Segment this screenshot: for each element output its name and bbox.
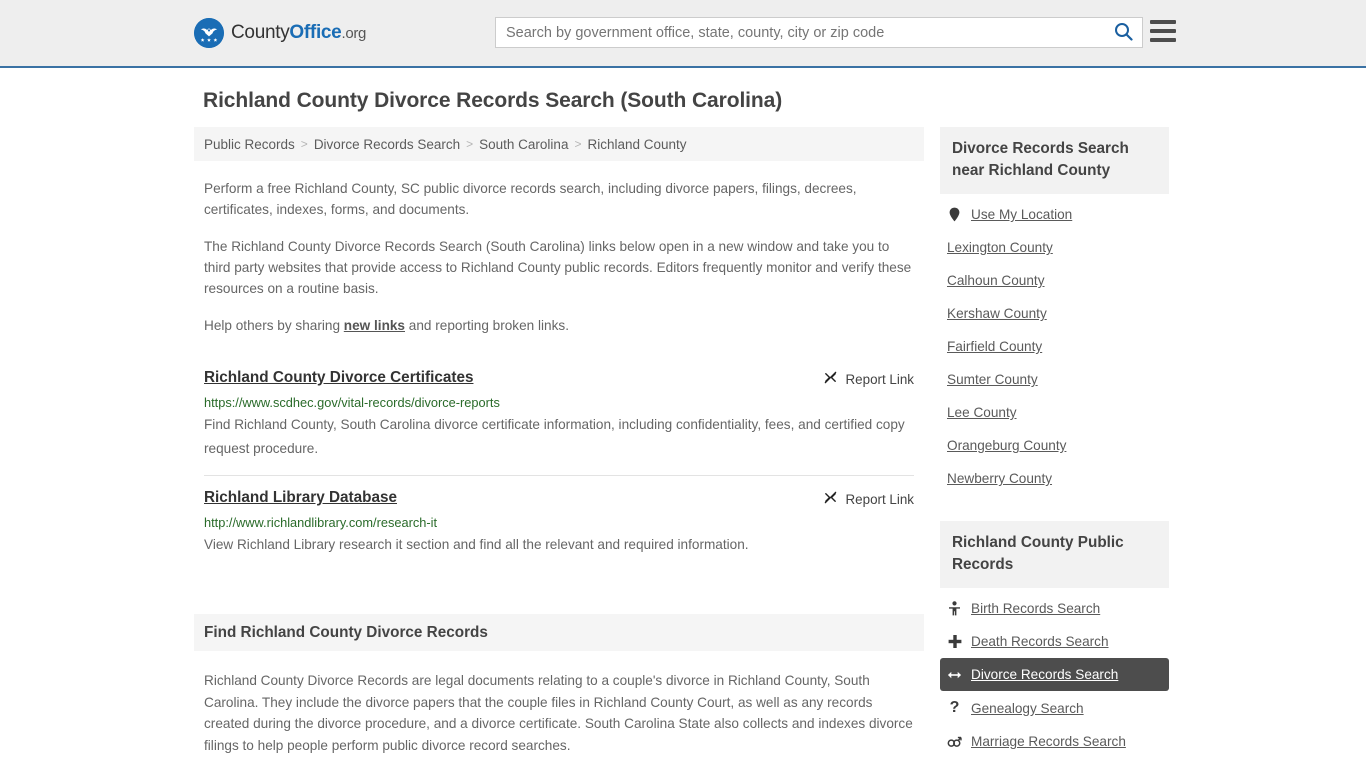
panel-public-records: Richland County Public Records Birth Rec… [940,521,1169,758]
eagle-shield-icon [194,18,224,48]
gender-symbols-icon [947,735,962,749]
result-title-link[interactable]: Richland County Divorce Certificates [204,369,473,387]
broken-link-icon [823,490,838,508]
sidebar-item-label: Birth Records Search [971,601,1101,616]
result-description: View Richland Library research it sectio… [204,537,749,552]
result-title-link[interactable]: Richland Library Database [204,489,397,507]
sidebar-item-divorce-records-search[interactable]: Divorce Records Search [940,658,1169,691]
logo-text-office: Office [289,22,342,43]
breadcrumb-separator: > [574,137,582,151]
sidebar-item-birth-records-search[interactable]: Birth Records Search [940,592,1169,625]
search-bar[interactable] [495,17,1143,48]
sidebar-item-marriage-records-search[interactable]: Marriage Records Search [940,725,1169,758]
hamburger-bar-1 [1150,20,1176,24]
result-description: Find Richland County, South Carolina div… [204,417,905,456]
sidebar-item-newberry-county[interactable]: Newberry County [940,462,1169,495]
breadcrumb-separator: > [300,137,308,151]
sidebar-item-label: Genealogy Search [971,700,1084,716]
hamburger-menu-icon[interactable] [1150,20,1176,42]
breadcrumb-item-richland-county[interactable]: Richland County [587,137,686,152]
sidebar-item-sumter-county[interactable]: Sumter County [940,363,1169,396]
panel-nearby-divorce-records: Divorce Records Search near Richland Cou… [940,127,1169,495]
results-list: Richland County Divorce Certificates Rep… [194,359,924,571]
find-records-heading: Find Richland County Divorce Records [204,623,488,641]
main-content-column: Public Records > Divorce Records Search … [194,127,924,768]
double-arrow-icon [947,669,962,681]
hamburger-bar-3 [1150,38,1176,42]
result-item: Richland County Divorce Certificates Rep… [204,359,914,475]
result-url[interactable]: https://www.scdhec.gov/vital-records/div… [204,395,914,410]
intro-paragraph-2: The Richland County Divorce Records Sear… [204,239,912,296]
breadcrumb: Public Records > Divorce Records Search … [194,127,924,161]
question-mark-icon: ? [949,699,960,716]
sidebar-item-label: Kershaw County [947,306,1047,321]
report-link-button[interactable]: Report Link [823,370,914,388]
report-link-button[interactable]: Report Link [823,490,914,508]
intro-text-before-link: Help others by sharing [204,318,344,333]
panel-title: Richland County Public Records [952,534,1124,573]
sidebar-item-fairfield-county[interactable]: Fairfield County [940,330,1169,363]
sidebar-item-genealogy-search[interactable]: ? Genealogy Search [940,691,1169,725]
result-item: Richland Library Database Report Link ht… [204,475,914,571]
report-link-label: Report Link [845,371,914,387]
breadcrumb-item-public-records[interactable]: Public Records [204,137,295,152]
sidebar-item-label: Marriage Records Search [971,734,1126,749]
sidebar-item-label: Divorce Records Search [971,667,1119,682]
find-records-paragraph: Richland County Divorce Records are lega… [204,673,913,753]
sidebar: Divorce Records Search near Richland Cou… [940,127,1169,758]
cross-icon [947,634,962,649]
site-logo-text: CountyOffice.org [231,22,366,44]
sidebar-item-label: Fairfield County [947,339,1043,354]
result-header: Richland County Divorce Certificates Rep… [204,369,914,388]
panel-list: Birth Records Search Death Records Searc… [940,588,1169,758]
breadcrumb-item-divorce-records-search[interactable]: Divorce Records Search [314,137,460,152]
sidebar-item-label: Death Records Search [971,634,1109,649]
sidebar-item-lee-county[interactable]: Lee County [940,396,1169,429]
search-input[interactable] [496,18,1104,47]
sidebar-item-orangeburg-county[interactable]: Orangeburg County [940,429,1169,462]
new-links-link[interactable]: new links [344,318,405,333]
site-logo[interactable]: CountyOffice.org [194,18,366,48]
hamburger-bar-2 [1150,29,1176,33]
panel-list: Use My Location Lexington County Calhoun… [940,194,1169,495]
report-link-label: Report Link [845,491,914,507]
sidebar-item-kershaw-county[interactable]: Kershaw County [940,297,1169,330]
sidebar-item-label: Orangeburg County [947,438,1067,453]
result-header: Richland Library Database Report Link [204,489,914,508]
find-records-section-header: Find Richland County Divorce Records [194,614,924,651]
sidebar-item-calhoun-county[interactable]: Calhoun County [940,264,1169,297]
sidebar-item-use-my-location[interactable]: Use My Location [940,198,1169,231]
sidebar-item-death-records-search[interactable]: Death Records Search [940,625,1169,658]
sidebar-item-label: Sumter County [947,372,1038,387]
sidebar-item-label: Lexington County [947,240,1053,255]
logo-text-county: County [231,22,290,43]
map-pin-icon [947,207,962,222]
panel-header: Divorce Records Search near Richland Cou… [940,127,1169,194]
panel-header: Richland County Public Records [940,521,1169,588]
intro-paragraph-1: Perform a free Richland County, SC publi… [204,181,857,217]
intro-text-after-link: and reporting broken links. [405,318,569,333]
find-records-body: Richland County Divorce Records are lega… [204,670,914,768]
search-icon [1114,22,1133,44]
sidebar-item-label: Use My Location [971,207,1073,222]
panel-title: Divorce Records Search near Richland Cou… [952,140,1129,179]
sidebar-item-label: Lee County [947,405,1017,420]
search-button[interactable] [1104,18,1142,47]
sidebar-item-label: Newberry County [947,471,1053,486]
broken-link-icon [823,370,838,388]
breadcrumb-separator: > [466,137,474,151]
result-url[interactable]: http://www.richlandlibrary.com/research-… [204,515,914,530]
page-title: Richland County Divorce Records Search (… [203,89,783,112]
intro-section: Perform a free Richland County, SC publi… [194,178,924,336]
site-header: CountyOffice.org [0,0,1366,68]
logo-text-org: .org [341,25,367,42]
sidebar-item-label: Calhoun County [947,273,1045,288]
baby-icon [947,601,962,616]
intro-paragraph-3: Help others by sharing new links and rep… [204,315,914,336]
sidebar-item-lexington-county[interactable]: Lexington County [940,231,1169,264]
breadcrumb-item-south-carolina[interactable]: South Carolina [479,137,568,152]
find-records-section: Find Richland County Divorce Records Ric… [194,614,924,768]
